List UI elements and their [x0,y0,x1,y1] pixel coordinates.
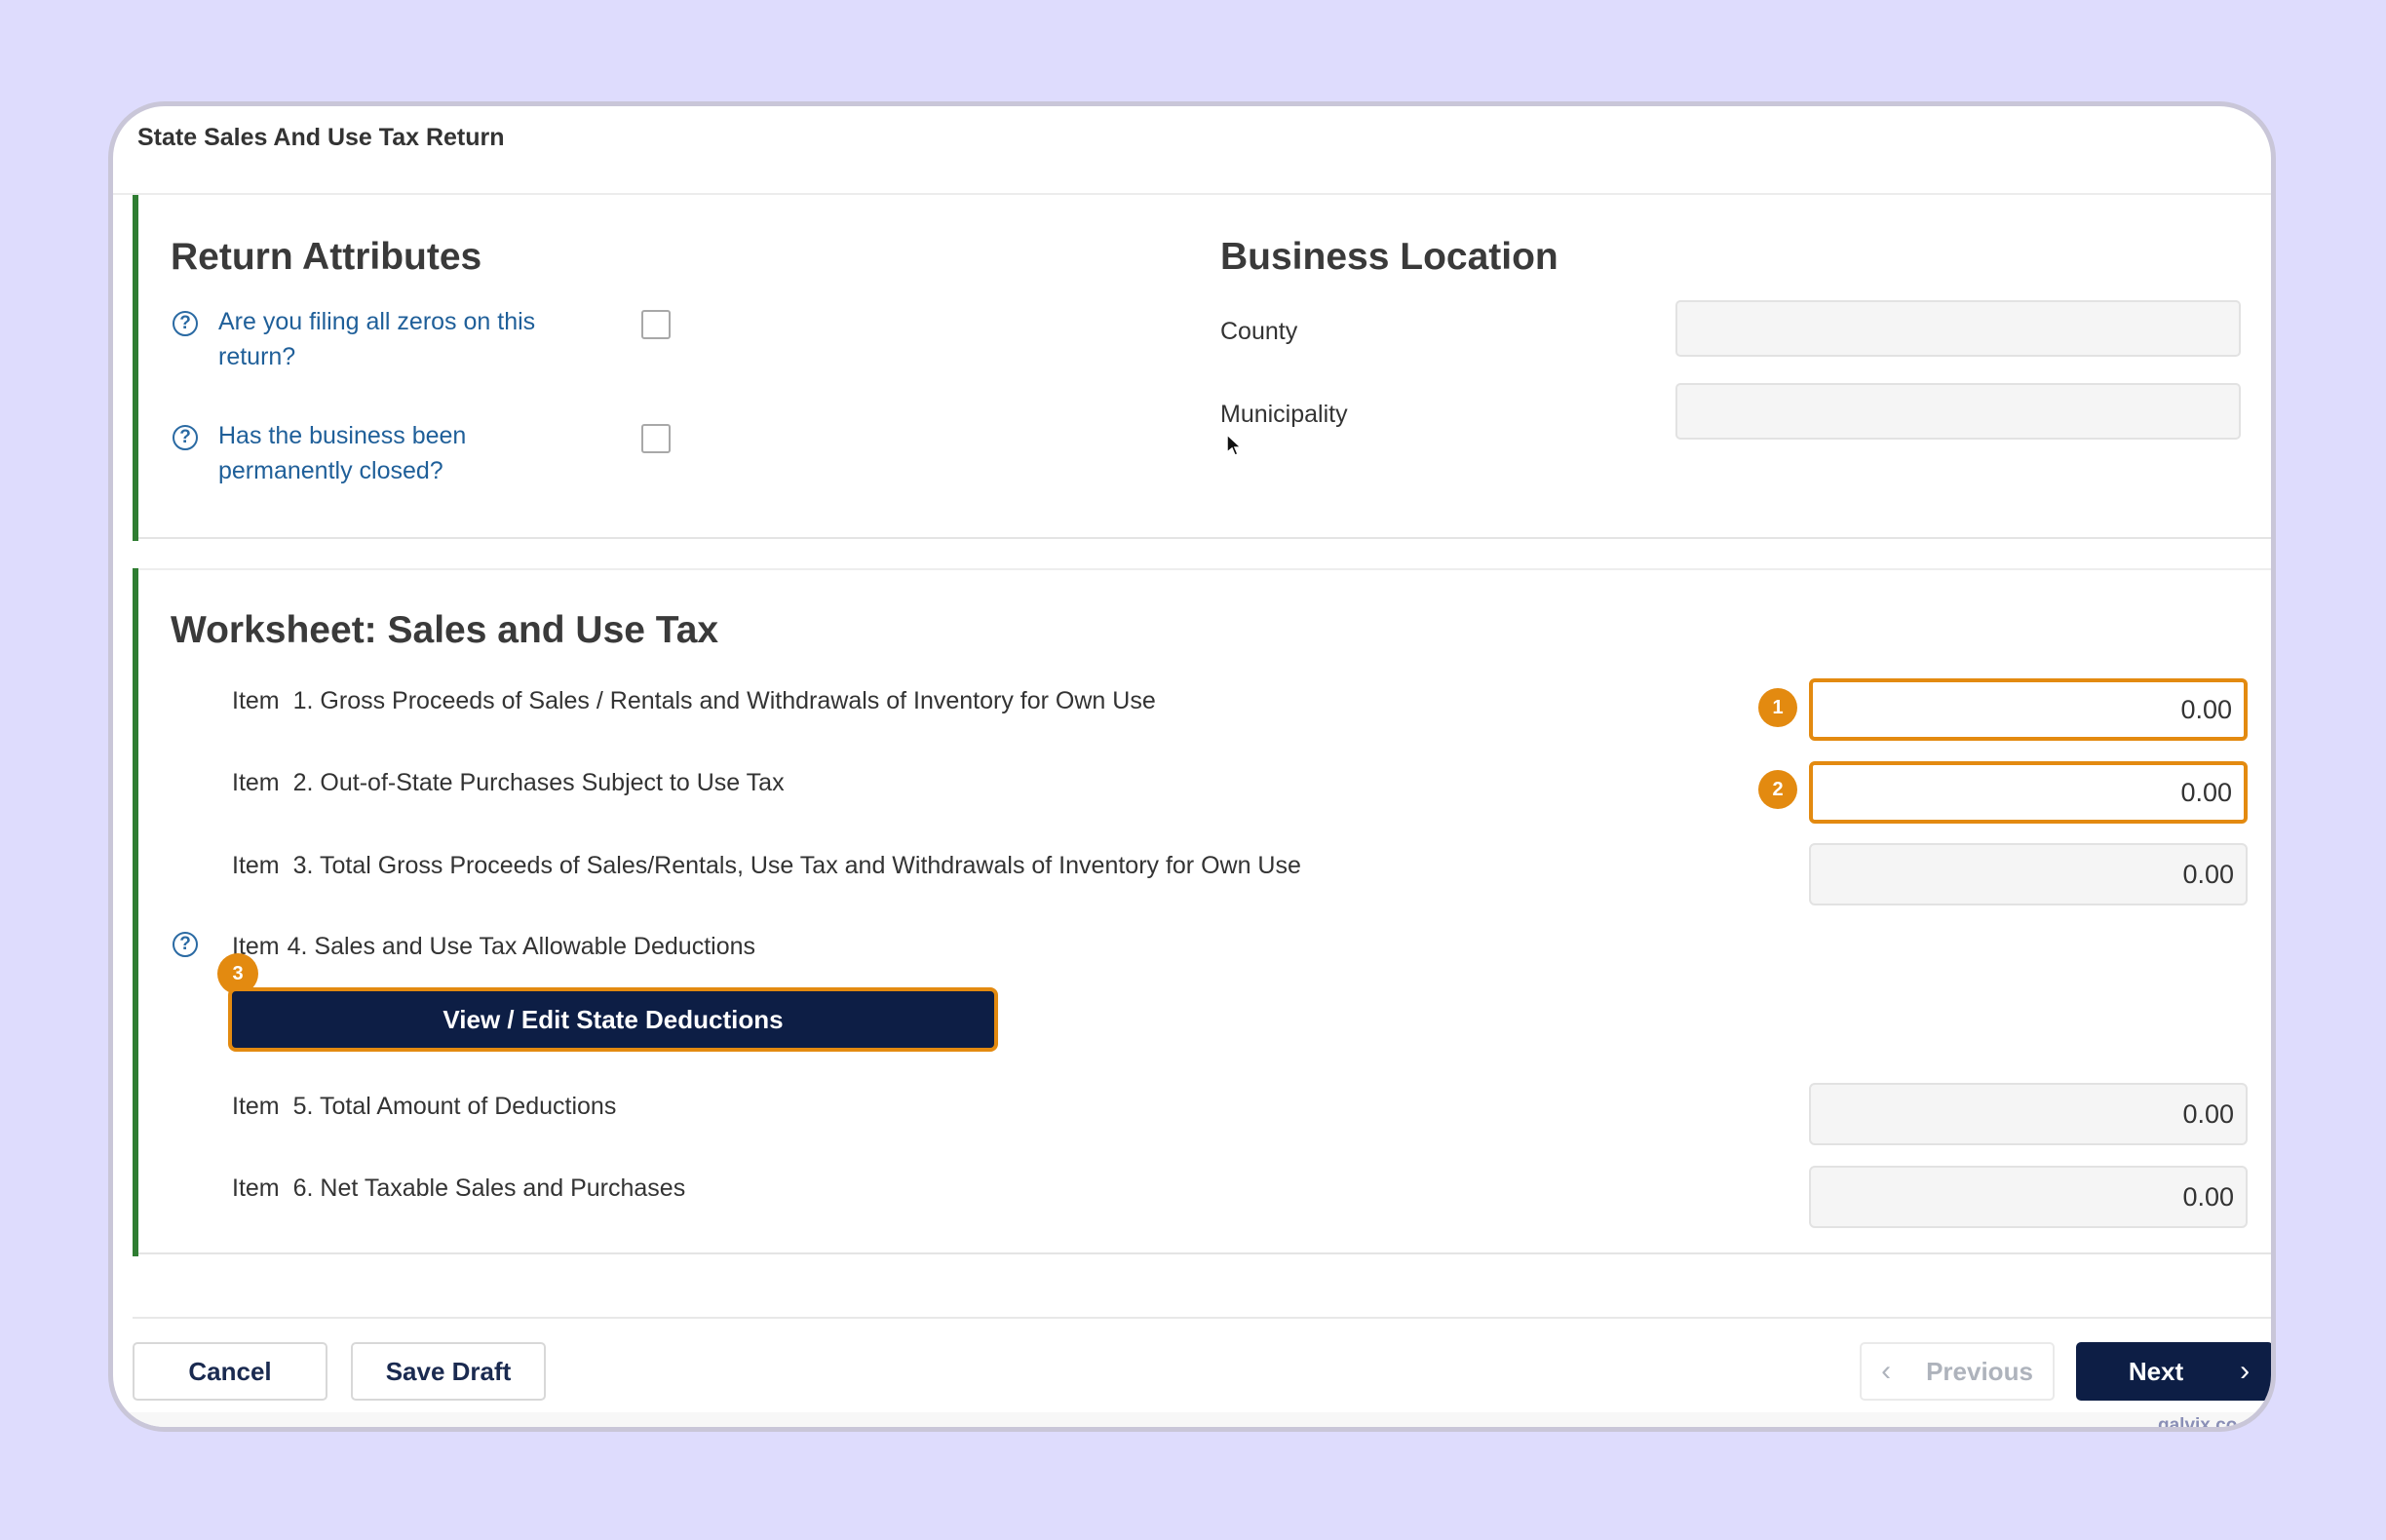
save-draft-button[interactable]: Save Draft [351,1342,546,1401]
panel-divider [138,537,2271,539]
previous-button[interactable]: ‹ Previous [1860,1342,2055,1401]
closed-question-label: Has the business been permanently closed… [218,422,467,484]
step-badge-1: 1 [1758,688,1797,727]
panel-divider [138,1252,2271,1254]
question-circle-icon[interactable]: ? [173,932,198,957]
watermark: galvix.co [2158,1415,2238,1432]
app-window: State Sales And Use Tax Return Return At… [108,101,2276,1432]
municipality-input[interactable] [1675,383,2241,440]
gross-proceeds-input[interactable]: 0.00 [1809,678,2248,741]
county-input[interactable] [1675,300,2241,357]
business-location-title: Business Location [1220,236,1559,278]
view-edit-deductions-button[interactable]: View / Edit State Deductions [228,987,998,1052]
question-circle-icon[interactable]: ? [173,311,198,336]
county-label: County [1220,318,1298,345]
next-button[interactable]: Next › [2076,1342,2271,1401]
item-2-text: 2. Out-of-State Purchases Subject to Use… [292,769,785,796]
municipality-label: Municipality [1220,401,1348,428]
mouse-pointer-icon [1226,433,1243,456]
item-2-label: Item 2. Out-of-State Purchases Subject to… [232,769,785,797]
item-word: Item [232,687,280,714]
item-word: Item [232,852,280,879]
item-word: Item [232,1174,280,1202]
footer-divider [133,1317,2271,1319]
question-circle-icon[interactable]: ? [173,425,198,450]
return-attributes-title: Return Attributes [171,236,482,278]
step-badge-2: 2 [1758,770,1797,809]
total-gross-proceeds-field: 0.00 [1809,843,2248,905]
item-3-text: 3. Total Gross Proceeds of Sales/Rentals… [292,852,1301,879]
out-of-state-purchases-input[interactable]: 0.00 [1809,761,2248,824]
zeros-question-label: Are you filing all zeros on this return? [218,308,536,370]
chevron-left-icon: ‹ [1881,1355,1892,1387]
item-4-text: 4. Sales and Use Tax Allowable Deduction… [287,933,756,960]
item-5-text: 5. Total Amount of Deductions [292,1093,617,1120]
panel-top-rule [138,568,2271,570]
cancel-button[interactable]: Cancel [133,1342,327,1401]
footer-strip [113,1412,2271,1427]
next-label: Next [2128,1356,2184,1386]
item-3-label: Item 3. Total Gross Proceeds of Sales/Ren… [232,852,1301,880]
item-1-label: Item 1. Gross Proceeds of Sales / Rentals… [232,687,1156,715]
item-word: Item [232,1093,280,1120]
net-taxable-field: 0.00 [1809,1166,2248,1228]
item-6-label: Item 6. Net Taxable Sales and Purchases [232,1174,685,1203]
filing-zeros-checkbox[interactable] [641,310,671,339]
item-1-text: 1. Gross Proceeds of Sales / Rentals and… [292,687,1156,714]
item-word: Item [232,769,280,796]
total-deductions-field: 0.00 [1809,1083,2248,1145]
chevron-right-icon: › [2240,1355,2251,1387]
business-closed-checkbox[interactable] [641,424,671,453]
return-attributes-panel: Return Attributes ? Are you filing all z… [133,195,2271,541]
item-4-label: Item 4. Sales and Use Tax Allowable Deduc… [232,933,755,961]
item-5-label: Item 5. Total Amount of Deductions [232,1093,616,1121]
worksheet-title: Worksheet: Sales and Use Tax [171,609,719,651]
previous-label: Previous [1926,1356,2033,1386]
item-6-text: 6. Net Taxable Sales and Purchases [292,1174,686,1202]
worksheet-panel: Worksheet: Sales and Use Tax Item 1. Gros… [133,568,2271,1256]
window-title: State Sales And Use Tax Return [137,124,505,151]
